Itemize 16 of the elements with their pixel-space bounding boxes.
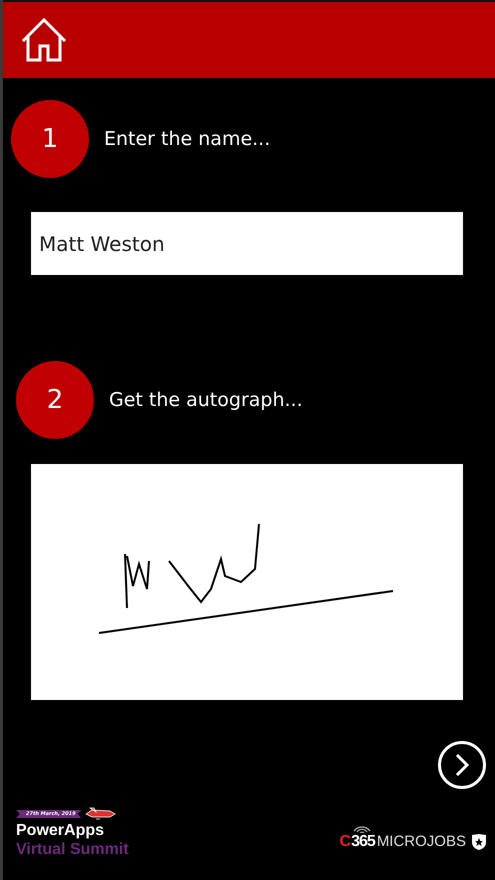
step-label: Get the autograph... [109, 389, 303, 411]
chevron-right-icon [454, 753, 470, 777]
brand-number: 365 [351, 833, 375, 851]
brand-name: MICROJOBS [376, 833, 466, 850]
step-number: 1 [11, 100, 89, 178]
home-icon [21, 18, 67, 62]
airplane-icon [84, 807, 116, 821]
step-label: Enter the name... [104, 128, 270, 150]
next-button[interactable] [438, 741, 486, 789]
name-input-field[interactable]: Matt Weston [31, 212, 463, 275]
shield-star-icon [471, 833, 487, 851]
home-button[interactable] [21, 18, 67, 62]
brand-letter: C [340, 833, 352, 851]
step-number: 2 [16, 361, 94, 439]
event-subtitle: Virtual Summit [16, 840, 129, 859]
event-title: PowerApps [16, 821, 106, 840]
